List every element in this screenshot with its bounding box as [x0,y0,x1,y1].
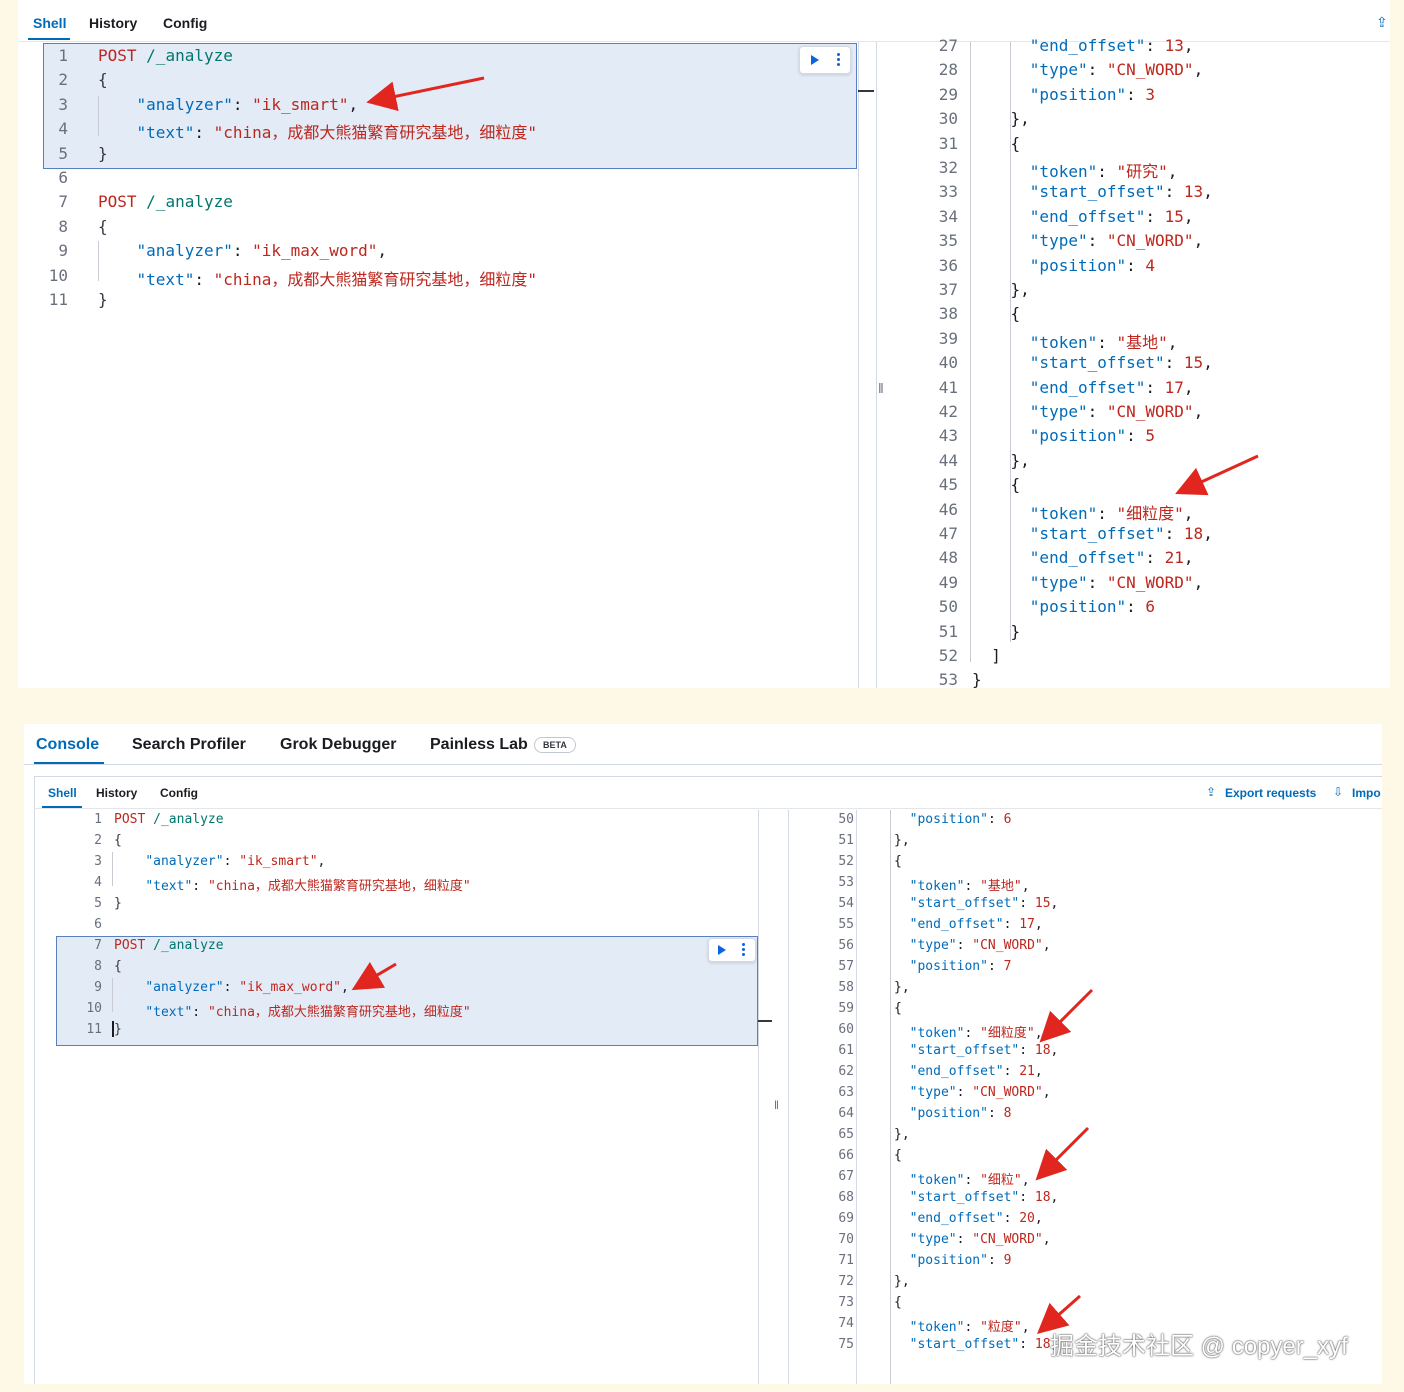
annotation-arrow [366,76,1259,496]
watermark: 掘金技术社区 @ copyer_xyf [1050,1333,1348,1360]
annotation-arrow [351,961,1094,1334]
